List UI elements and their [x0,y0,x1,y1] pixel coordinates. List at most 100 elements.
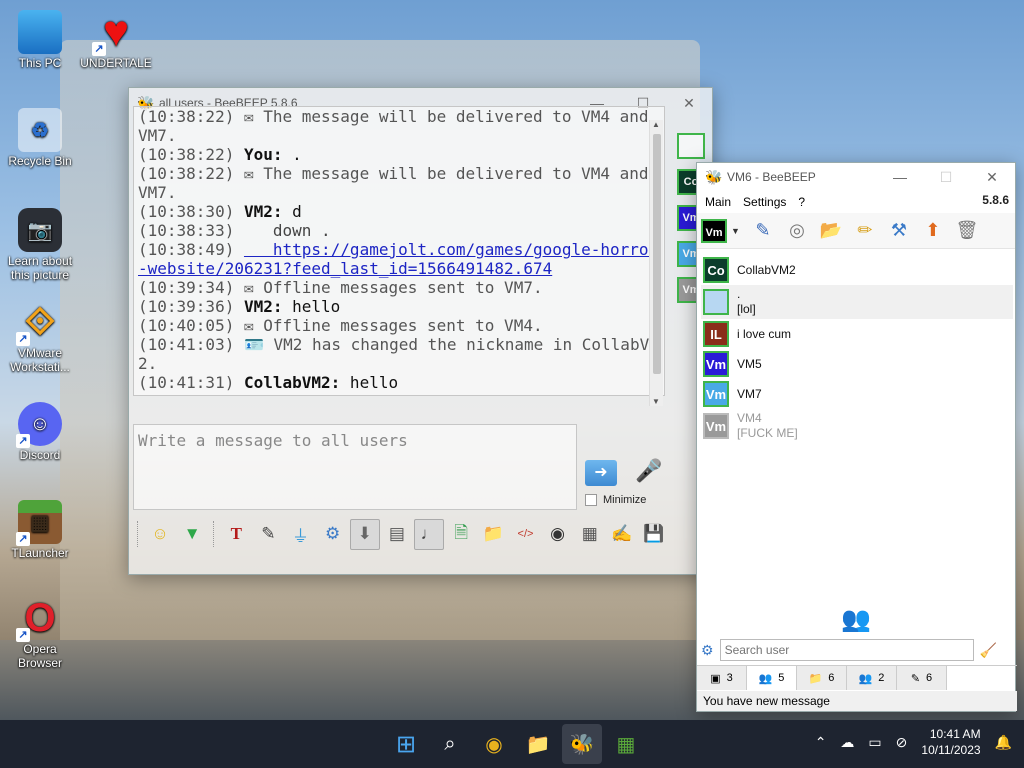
message-nick: VM2: [243,202,283,221]
user-list-item[interactable]: Vm VM5 [701,349,1013,379]
message-input[interactable]: Write a message to all users [133,424,577,510]
tab-2[interactable]: 📁 6 [797,666,847,690]
user-list-item[interactable]: Vm VM4 [FUCK ME] [701,409,1013,443]
menu-main[interactable]: Main [705,195,731,209]
search-user-input[interactable] [719,639,974,661]
maximize-button[interactable]: ☐ [923,162,969,192]
gear-icon[interactable]: ⚙ [318,519,348,550]
menu-help[interactable]: ? [798,195,805,209]
clock-time: 10:41 AM [929,727,981,741]
broadcast-icon[interactable]: ◎ [782,216,812,246]
smiley-icon[interactable]: ☺ [145,519,175,550]
broom-icon[interactable]: 🧹 [980,642,997,659]
desktop-icon-discord[interactable]: ☺ ↗ Discord [4,402,76,462]
start-icon[interactable]: ⊞ [386,724,426,764]
desktop-icon-recycle-bin[interactable]: ♻ Recycle Bin [4,108,76,168]
tab-count: 2 [878,672,885,684]
avatar[interactable] [677,133,705,159]
send-button[interactable]: ➜ [585,460,617,486]
folder-send-icon[interactable]: 📁 [478,519,508,550]
minecraft-icon[interactable]: ▦ [606,724,646,764]
tab-1[interactable]: 👥 5 [747,666,797,690]
scroll-down-icon[interactable]: ▼ [652,397,660,406]
font-icon[interactable]: T [221,519,251,550]
user-list-item[interactable]: Vm VM7 [701,379,1013,409]
version-label: 5.8.6 [982,193,1009,207]
minimize-button[interactable]: — [877,162,923,192]
message-timestamp: (10:41:31) [138,373,235,392]
chrome-icon[interactable]: ◉ [474,724,514,764]
trash-icon[interactable]: 🗑 [952,216,982,246]
folder-icon[interactable]: 📂 [816,216,846,246]
green-arrow-icon[interactable]: ▼ [177,519,207,550]
chat-log[interactable]: (10:38:22) ✉ The message will be deliver… [133,106,665,396]
tab-3[interactable]: 👥 2 [847,666,897,690]
close-button[interactable]: ✕ [969,162,1015,192]
gear-icon[interactable]: ⚙ [701,642,714,659]
main-window-title: VM6 - BeeBEEP [727,170,816,184]
user-name: . [737,287,741,301]
desktop-icon-this-pc[interactable]: This PC [4,10,76,70]
file-explorer-icon[interactable]: 📁 [518,724,558,764]
chevron-down-icon[interactable]: ▼ [731,226,740,236]
desktop-icon-learn-picture[interactable]: 📷 Learn about this picture [4,208,76,282]
menubar: Main Settings ? [697,191,1015,213]
sticky-icon[interactable]: ♩ [413,518,445,550]
desktop-icon-label: Learn about this picture [7,254,73,282]
close-button[interactable]: ✕ [666,88,712,118]
desktop-icon-opera[interactable]: O ↗ Opera Browser [4,596,76,670]
tab-4[interactable]: ✎ 6 [897,666,947,690]
tab-0[interactable]: ▣ 3 [697,666,747,690]
checkbox-box[interactable] [585,494,597,506]
beebeep-icon[interactable]: 🐝 [562,724,602,764]
user-list-item[interactable]: IL i love cum [701,319,1013,349]
save-icon[interactable]: 💾 [639,519,669,550]
avatar: IL [703,321,729,347]
chat-scrollbar[interactable]: ▲ ▼ [649,120,663,406]
main-titlebar[interactable]: 🐝 VM6 - BeeBEEP — ☐ ✕ [697,163,1015,191]
status-avatar[interactable]: Vm [701,218,727,243]
scrollbar-thumb[interactable] [653,134,661,374]
message-nick: CollabVM2: [243,373,341,392]
chevron-up-icon[interactable]: ⌃ [815,734,827,751]
filter-icon[interactable]: ⏚ [285,519,315,550]
color-icon[interactable]: ✎ [253,519,283,550]
microphone-icon[interactable]: 🎤 [635,458,662,488]
user-name-block: VM7 [737,387,762,402]
tab-bar: ▣ 3 👥 5 📁 6 👥 2 ✎ 6 [697,665,1017,690]
desktop-icon-label: UNDERTALE [80,56,152,70]
user-name: i love cum [737,326,792,341]
cloud-icon[interactable]: ☁ [840,734,854,751]
desktop-icon-tlauncher[interactable]: ▦ ↗ TLauncher [4,500,76,560]
user-list-item[interactable]: . [lol] [701,285,1013,319]
chat-message: (10:39:36) VM2: hello [138,297,660,316]
screenshot-icon[interactable]: ◉ [543,519,573,550]
file-icon[interactable]: 🗎 [446,519,476,550]
desktop-icon-vmware[interactable]: ⟐ ↗ VMware Workstati... [4,300,76,375]
search-icon[interactable]: ⌕ [430,724,470,764]
profile-edit-icon[interactable]: ✎ [748,216,778,246]
user-name-block: VM4 [FUCK ME] [737,411,798,441]
user-list-item[interactable]: Co CollabVM2 [701,255,1013,285]
print-icon[interactable]: ▦ [575,519,605,550]
edit-icon[interactable]: ✍ [607,519,637,550]
network-icon[interactable]: ⊘ [896,734,908,751]
clock[interactable]: 10:41 AM 10/11/2023 [921,726,980,758]
pencil-icon[interactable]: ✏ [850,216,880,246]
desktop-icon-label: Recycle Bin [8,154,72,168]
save-chat-icon[interactable]: ⬇ [349,518,380,550]
tools-icon[interactable]: ⚒ [884,216,914,246]
minimize-checkbox[interactable]: Minimize [585,494,646,506]
message-timestamp: (10:38:49) [138,240,235,259]
clear-icon[interactable]: ▤ [382,519,412,550]
menu-settings[interactable]: Settings [743,195,786,209]
upload-icon[interactable]: ⬆ [918,216,948,246]
tab-icon: ✎ [910,672,921,685]
html-icon[interactable]: </> [510,519,540,550]
notification-bell-icon[interactable]: 🔔 [995,734,1012,751]
scroll-up-icon[interactable]: ▲ [652,120,660,129]
tab-icon: 👥 [858,672,873,685]
desktop-icon-undertale[interactable]: ♥ ↗ UNDERTALE [80,7,152,70]
display-icon[interactable]: ▭ [868,734,881,751]
chat-message: (10:41:31) CollabVM2: hello [138,373,660,392]
